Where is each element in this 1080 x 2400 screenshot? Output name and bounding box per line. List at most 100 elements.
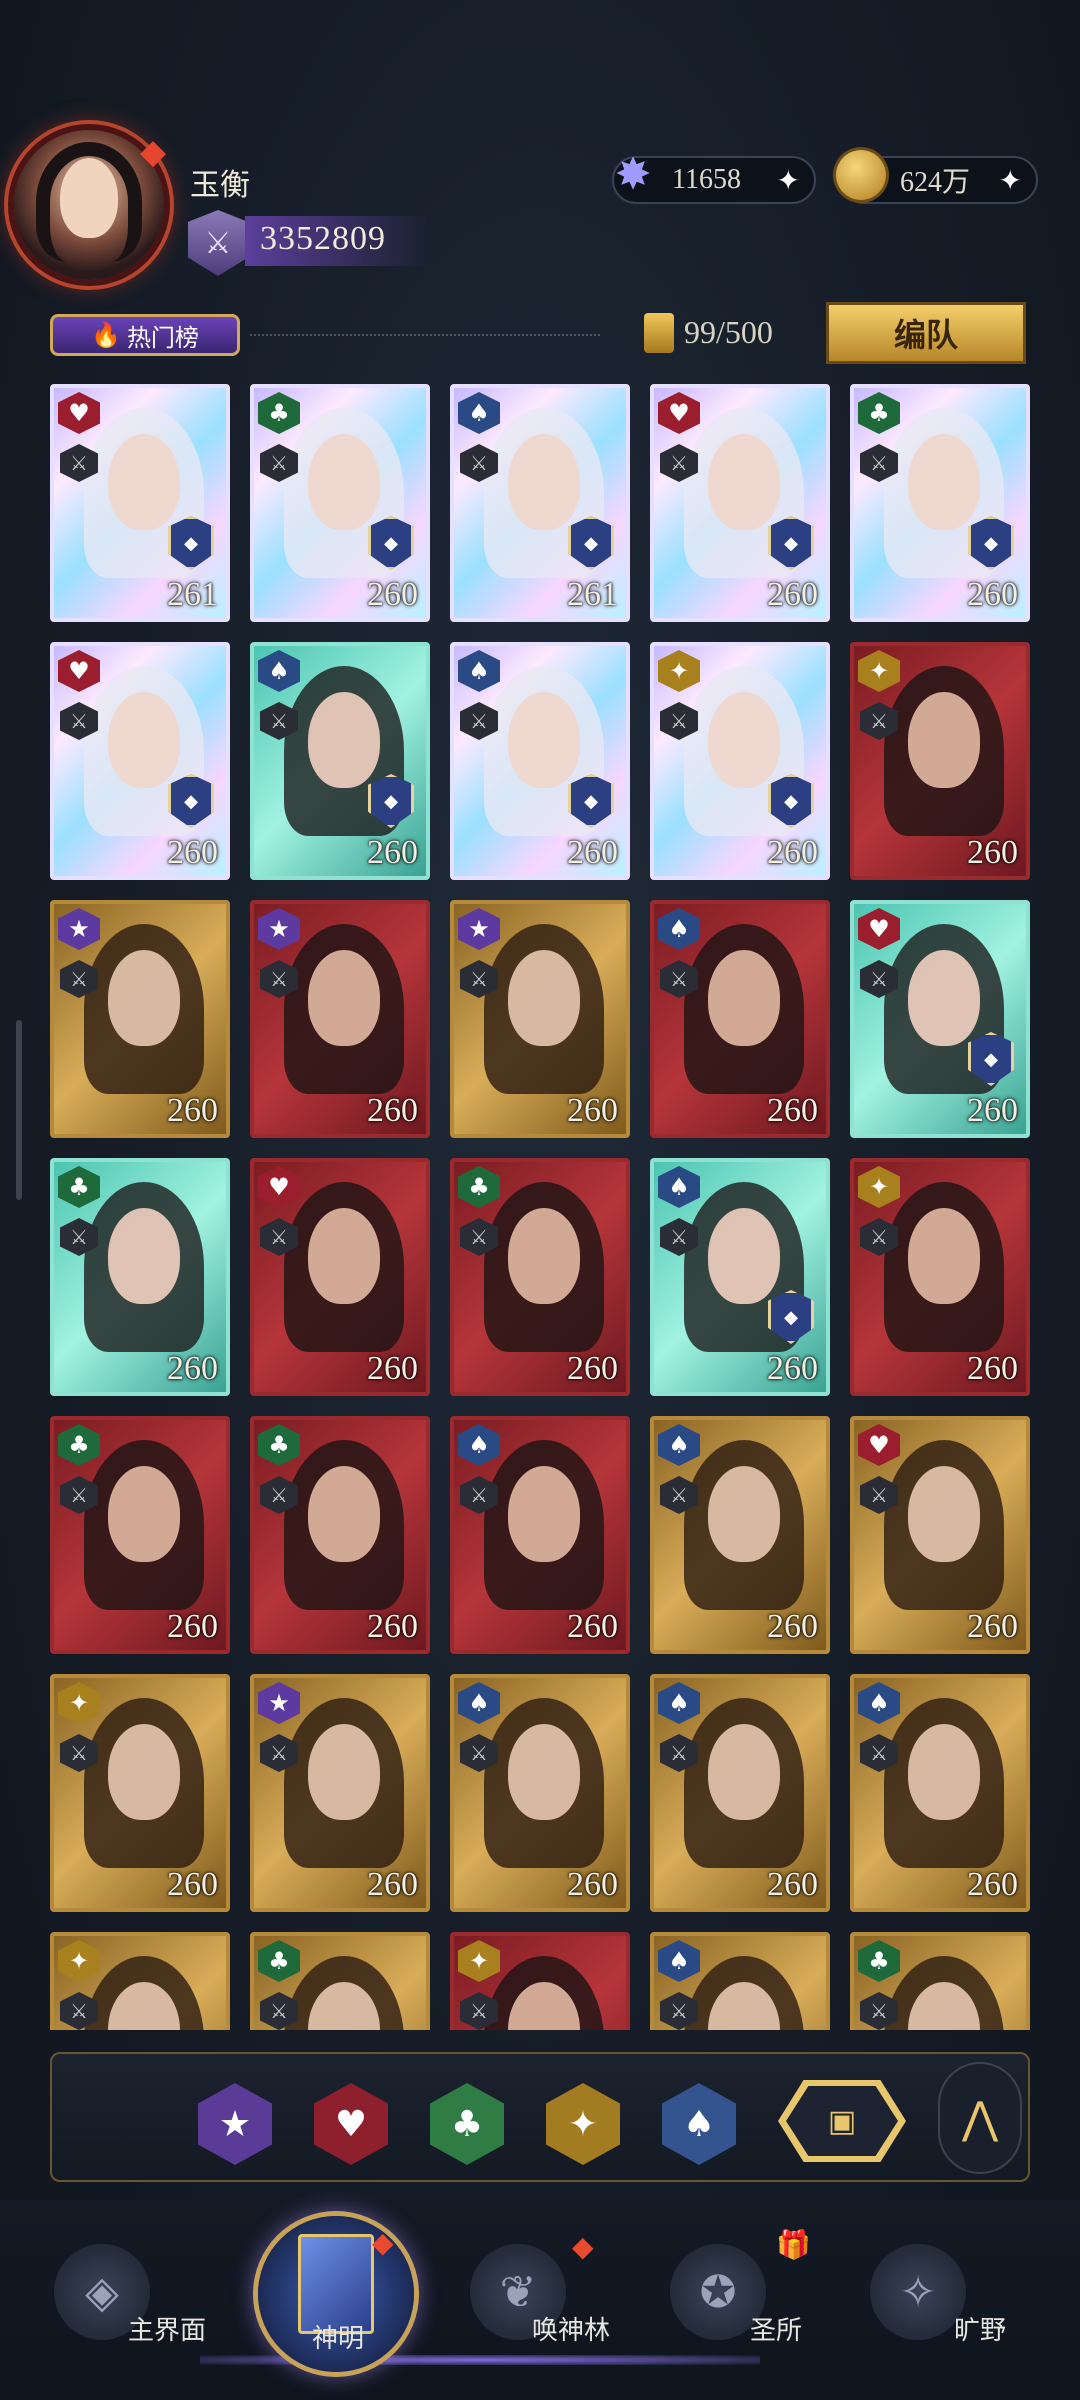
diamond-suit-icon: ✦	[58, 1940, 100, 1982]
hero-card[interactable]: ♣ ⚔ ◆ 260	[850, 384, 1030, 622]
hero-card[interactable]: ✦ ⚔	[50, 1932, 230, 2030]
hero-card[interactable]: ♣ ⚔ 260	[450, 1158, 630, 1396]
hero-card[interactable]: ♠ ⚔ 260	[650, 1416, 830, 1654]
hero-portrait	[708, 1466, 780, 1562]
hero-card[interactable]: ✦ ⚔	[450, 1932, 630, 2030]
diamond-suit-icon: ✦	[58, 1682, 100, 1724]
spade-suit-icon: ♠	[458, 650, 500, 692]
scroll-indicator[interactable]	[16, 1020, 22, 1200]
hero-card[interactable]: ♠ ⚔ ◆ 261	[450, 384, 630, 622]
card-level: 260	[567, 1092, 618, 1129]
star-suit-icon: ★	[258, 908, 300, 950]
nav-sanctum-label[interactable]: 圣所	[750, 2310, 802, 2347]
hero-card[interactable]: ★ ⚔ 260	[50, 900, 230, 1138]
card-level: 260	[767, 1092, 818, 1129]
hero-card[interactable]: ♣ ⚔ 260	[250, 1416, 430, 1654]
hero-portrait	[708, 1724, 780, 1820]
hero-portrait	[508, 1466, 580, 1562]
hero-card[interactable]: ♠ ⚔ 260	[850, 1674, 1030, 1912]
hero-portrait	[508, 950, 580, 1046]
hero-card[interactable]: ♠ ⚔ 260	[450, 1416, 630, 1654]
club-suit-icon: ♣	[258, 392, 300, 434]
summon-badge-icon: ◆	[572, 2230, 594, 2263]
card-level: 260	[167, 834, 218, 871]
card-level: 260	[567, 1350, 618, 1387]
heart-suit-icon: ♥	[58, 650, 100, 692]
club-suit-icon: ♣	[858, 1940, 900, 1982]
card-level: 260	[367, 834, 418, 871]
hero-card[interactable]: ♥ ⚔ ◆ 261	[50, 384, 230, 622]
heart-suit-icon: ♥	[658, 392, 700, 434]
hero-portrait	[308, 434, 380, 530]
card-level: 260	[167, 1866, 218, 1903]
hero-card[interactable]: ♣ ⚔ 260	[50, 1158, 230, 1396]
hero-card[interactable]: ✦ ⚔ 260	[850, 642, 1030, 880]
star-suit-icon: ★	[458, 908, 500, 950]
card-level: 260	[367, 1350, 418, 1387]
hero-portrait	[508, 692, 580, 788]
heart-suit-icon: ♥	[858, 908, 900, 950]
card-level: 260	[567, 834, 618, 871]
hero-portrait	[508, 1208, 580, 1304]
club-suit-icon: ♣	[58, 1166, 100, 1208]
club-suit-icon: ♣	[58, 1424, 100, 1466]
diamond-suit-icon: ✦	[858, 1166, 900, 1208]
card-level: 260	[767, 834, 818, 871]
club-suit-icon: ♣	[258, 1424, 300, 1466]
hero-portrait	[708, 692, 780, 788]
collapse-chevron-icon[interactable]: ⋀	[938, 2062, 1022, 2174]
hero-card[interactable]: ★ ⚔ 260	[250, 900, 430, 1138]
hero-card[interactable]: ♥ ⚔ ◆ 260	[850, 900, 1030, 1138]
nav-main-label[interactable]: 主界面	[128, 2310, 206, 2347]
hero-card[interactable]: ♠ ⚔ ◆ 260	[450, 642, 630, 880]
hero-card[interactable]: ♣ ⚔	[850, 1932, 1030, 2030]
hero-portrait	[908, 1724, 980, 1820]
spade-suit-icon: ♠	[658, 908, 700, 950]
hero-card[interactable]: ♥ ⚔ ◆ 260	[650, 384, 830, 622]
card-level: 261	[167, 576, 218, 613]
nav-deity-label[interactable]: 神明	[312, 2318, 364, 2355]
hero-card[interactable]: ♠ ⚔ ◆ 260	[650, 1158, 830, 1396]
diamond-suit-icon: ✦	[458, 1940, 500, 1982]
card-level: 260	[367, 1092, 418, 1129]
card-level: 260	[967, 1866, 1018, 1903]
hero-card[interactable]: ♣ ⚔ 260	[50, 1416, 230, 1654]
card-level: 260	[167, 1350, 218, 1387]
hero-portrait	[908, 950, 980, 1046]
card-level: 260	[367, 576, 418, 613]
hero-card[interactable]: ♥ ⚔ 260	[850, 1416, 1030, 1654]
hero-portrait	[908, 692, 980, 788]
filter-all-icon[interactable]: ▣	[786, 2086, 898, 2156]
card-level: 260	[567, 1608, 618, 1645]
hero-portrait	[908, 1208, 980, 1304]
spade-suit-icon: ♠	[858, 1682, 900, 1724]
hero-card[interactable]: ✦ ⚔ 260	[850, 1158, 1030, 1396]
hero-card[interactable]: ♣ ⚔ ◆ 260	[250, 384, 430, 622]
hero-card[interactable]: ♥ ⚔ 260	[250, 1158, 430, 1396]
hero-portrait	[108, 1466, 180, 1562]
hero-card[interactable]: ♠ ⚔ 260	[650, 1674, 830, 1912]
hero-card[interactable]: ♥ ⚔ ◆ 260	[50, 642, 230, 880]
nav-wild-label[interactable]: 旷野	[954, 2310, 1006, 2347]
hero-card[interactable]: ✦ ⚔ 260	[50, 1674, 230, 1912]
wild-compass-icon[interactable]: ✧	[870, 2244, 966, 2340]
hero-card[interactable]: ♠ ⚔ 260	[450, 1674, 630, 1912]
hero-card[interactable]: ★ ⚔ 260	[250, 1674, 430, 1912]
heart-suit-icon: ♥	[58, 392, 100, 434]
star-suit-icon: ★	[58, 908, 100, 950]
hero-card[interactable]: ♠ ⚔ ◆ 260	[250, 642, 430, 880]
hero-card[interactable]: ★ ⚔ 260	[450, 900, 630, 1138]
hero-card[interactable]: ✦ ⚔ ◆ 260	[650, 642, 830, 880]
card-level: 260	[967, 834, 1018, 871]
hero-card[interactable]: ♣ ⚔	[250, 1932, 430, 2030]
hero-portrait	[308, 1724, 380, 1820]
spade-suit-icon: ♠	[658, 1424, 700, 1466]
hero-card[interactable]: ♠ ⚔ 260	[650, 900, 830, 1138]
nav-summon-label[interactable]: 唤神林	[532, 2310, 610, 2347]
hero-portrait	[108, 692, 180, 788]
card-level: 260	[967, 1608, 1018, 1645]
diamond-suit-icon: ✦	[658, 650, 700, 692]
hero-card[interactable]: ♠ ⚔	[650, 1932, 830, 2030]
hero-portrait	[308, 1466, 380, 1562]
hero-portrait	[108, 434, 180, 530]
